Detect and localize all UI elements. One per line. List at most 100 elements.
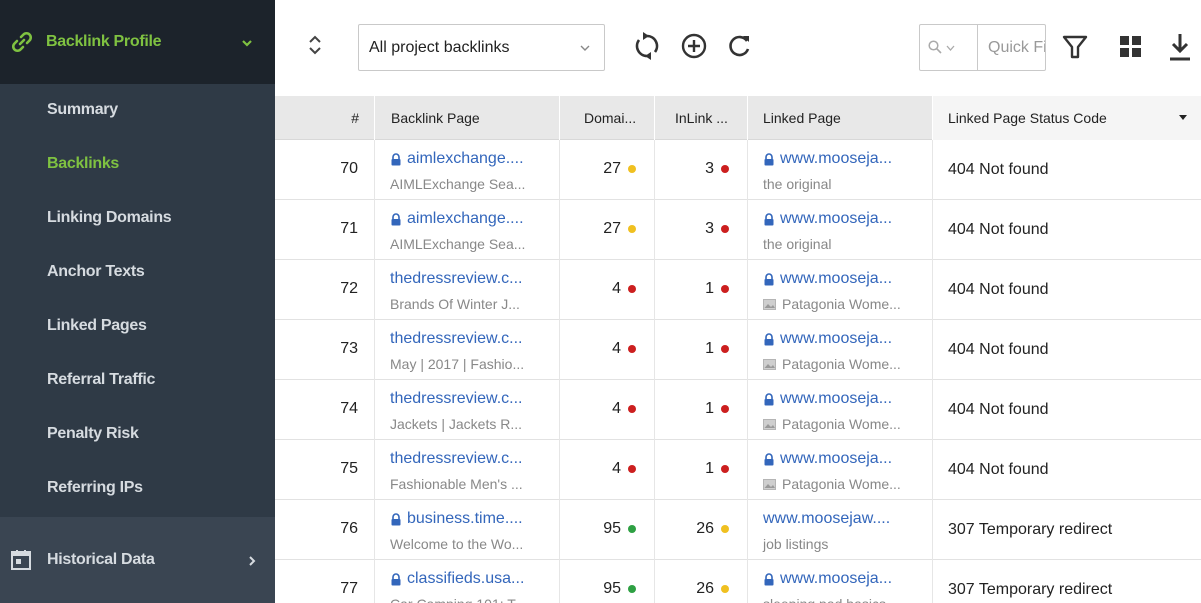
linked-page-cell: www.mooseja... sleeping pad basics: [748, 560, 933, 603]
sidebar-section-header[interactable]: Backlink Profile: [0, 0, 275, 84]
linked-page-cell: www.mooseja... Patagonia Wome...: [748, 260, 933, 320]
row-number-cell: 73: [275, 320, 375, 380]
backlink-url-link[interactable]: thedressreview.c...: [390, 330, 523, 348]
sidebar-item-referral-traffic[interactable]: Referral Traffic: [47, 371, 155, 389]
table-row[interactable]: 71 aimlexchange.... AIMLExchange Sea... 27 3…: [275, 200, 1201, 260]
column-header-inlink[interactable]: InLink ...: [655, 96, 748, 140]
row-number: 75: [340, 460, 358, 477]
backlink-title: Jackets | Jackets R...: [390, 416, 523, 432]
linked-page-cell: www.mooseja... Patagonia Wome...: [748, 380, 933, 440]
column-header-number[interactable]: #: [275, 96, 375, 140]
table-row[interactable]: 75 thedressreview.c... Fashionable Men's .…: [275, 440, 1201, 500]
inlink-status-dot: [721, 285, 729, 293]
chevron-right-icon: [249, 556, 256, 566]
table-row[interactable]: 70 aimlexchange.... AIMLExchange Sea... 27 3…: [275, 140, 1201, 200]
backlink-title: Fashionable Men's ...: [390, 476, 523, 492]
sidebar-item-anchor-texts[interactable]: Anchor Texts: [47, 263, 145, 281]
toolbar: All project backlinks Quick Filter: [275, 0, 1201, 96]
sidebar-item-referring-ips[interactable]: Referring IPs: [47, 479, 143, 497]
backlink-title: Welcome to the Wo...: [390, 536, 524, 552]
image-icon: [763, 298, 776, 310]
row-number: 72: [340, 280, 358, 297]
domain-value: 4: [612, 280, 621, 297]
quick-filter-search[interactable]: Quick Filter: [919, 24, 1046, 71]
linked-page-cell: www.mooseja... Patagonia Wome...: [748, 320, 933, 380]
linked-page-url-link[interactable]: www.moosejaw....: [763, 510, 890, 528]
sidebar-historical-data[interactable]: Historical Data: [0, 517, 275, 603]
inlink-cell: 1: [655, 320, 748, 380]
linked-page-url: www.mooseja...: [780, 210, 893, 227]
column-header-domain[interactable]: Domai...: [560, 96, 655, 140]
table-row[interactable]: 74 thedressreview.c... Jackets | Jackets R…: [275, 380, 1201, 440]
domain-value: 4: [612, 400, 621, 417]
table-row[interactable]: 77 classifieds.usa... Car Camping 101: T..…: [275, 560, 1201, 603]
linked-page-url-link[interactable]: www.mooseja...: [763, 210, 892, 228]
column-header-backlink-page[interactable]: Backlink Page: [375, 96, 560, 140]
lock-icon: [391, 572, 401, 585]
domain-value: 27: [603, 160, 621, 177]
backlink-url-link[interactable]: thedressreview.c...: [390, 270, 523, 288]
column-header-status-code[interactable]: Linked Page Status Code: [933, 96, 1201, 140]
search-placeholder[interactable]: Quick Filter: [988, 39, 1045, 57]
backlink-page-cell: business.time.... Welcome to the Wo...: [375, 500, 560, 560]
backlink-url: aimlexchange....: [407, 150, 524, 167]
add-icon[interactable]: [679, 30, 709, 62]
linked-page-url: www.mooseja...: [780, 270, 893, 287]
domain-status-dot: [628, 225, 636, 233]
linked-page-url-link[interactable]: www.mooseja...: [763, 270, 892, 288]
backlink-url: aimlexchange....: [407, 210, 524, 227]
sort-desc-icon: [1179, 115, 1187, 120]
inlink-cell: 3: [655, 140, 748, 200]
status-code: 404 Not found: [948, 401, 1049, 418]
filter-icon[interactable]: [1061, 33, 1089, 61]
backlinks-filter-select[interactable]: All project backlinks: [358, 24, 605, 71]
backlink-url: business.time....: [407, 510, 523, 527]
historical-data-label: Historical Data: [47, 551, 155, 568]
linked-page-url-link[interactable]: www.mooseja...: [763, 330, 892, 348]
backlink-url-link[interactable]: business.time....: [390, 510, 523, 528]
domain-status-dot: [628, 525, 636, 533]
sidebar-item-linking-domains[interactable]: Linking Domains: [47, 209, 172, 227]
row-number: 74: [340, 400, 358, 417]
table-row[interactable]: 76 business.time.... Welcome to the Wo... 9…: [275, 500, 1201, 560]
backlink-url-link[interactable]: aimlexchange....: [390, 150, 524, 168]
sort-icon[interactable]: [306, 33, 324, 57]
link-icon: [11, 31, 33, 53]
status-code: 404 Not found: [948, 221, 1049, 238]
sidebar-item-backlinks[interactable]: Backlinks: [47, 155, 119, 173]
domain-value: 4: [612, 340, 621, 357]
table-row[interactable]: 73 thedressreview.c... May | 2017 | Fashio…: [275, 320, 1201, 380]
domain-cell: 27: [560, 140, 655, 200]
linked-page-url-link[interactable]: www.mooseja...: [763, 390, 892, 408]
sidebar-item-summary[interactable]: Summary: [47, 101, 118, 119]
table-row[interactable]: 72 thedressreview.c... Brands Of Winter J.…: [275, 260, 1201, 320]
backlink-page-cell: thedressreview.c... Fashionable Men's ...: [375, 440, 560, 500]
inlink-cell: 1: [655, 440, 748, 500]
linked-page-title: Patagonia Wome...: [782, 476, 901, 492]
domain-value: 95: [603, 580, 621, 597]
row-number-cell: 77: [275, 560, 375, 603]
image-icon: [763, 478, 776, 490]
backlink-url-link[interactable]: thedressreview.c...: [390, 390, 523, 408]
backlink-url-link[interactable]: classifieds.usa...: [390, 570, 524, 588]
sidebar-item-penalty-risk[interactable]: Penalty Risk: [47, 425, 139, 443]
refresh-icon[interactable]: [725, 30, 755, 62]
lock-icon: [391, 512, 401, 525]
backlink-url-link[interactable]: aimlexchange....: [390, 210, 524, 228]
columns-icon[interactable]: [1118, 34, 1144, 60]
linked-page-url: www.mooseja...: [780, 450, 893, 467]
sidebar-section-title: Backlink Profile: [46, 33, 162, 50]
backlink-url-link[interactable]: thedressreview.c...: [390, 450, 523, 468]
linked-page-url-link[interactable]: www.mooseja...: [763, 150, 892, 168]
linked-page-url-link[interactable]: www.mooseja...: [763, 450, 892, 468]
linked-page-title: the original: [763, 236, 832, 252]
backlink-url: thedressreview.c...: [390, 450, 523, 467]
status-code-cell: 404 Not found: [933, 440, 1201, 500]
backlink-title: Car Camping 101: T...: [390, 596, 526, 603]
linked-page-url-link[interactable]: www.mooseja...: [763, 570, 892, 588]
download-icon[interactable]: [1168, 32, 1192, 62]
sidebar-item-linked-pages[interactable]: Linked Pages: [47, 317, 147, 335]
sync-icon[interactable]: [632, 30, 662, 62]
backlink-page-cell: thedressreview.c... May | 2017 | Fashio..…: [375, 320, 560, 380]
column-header-linked-page[interactable]: Linked Page: [748, 96, 933, 140]
